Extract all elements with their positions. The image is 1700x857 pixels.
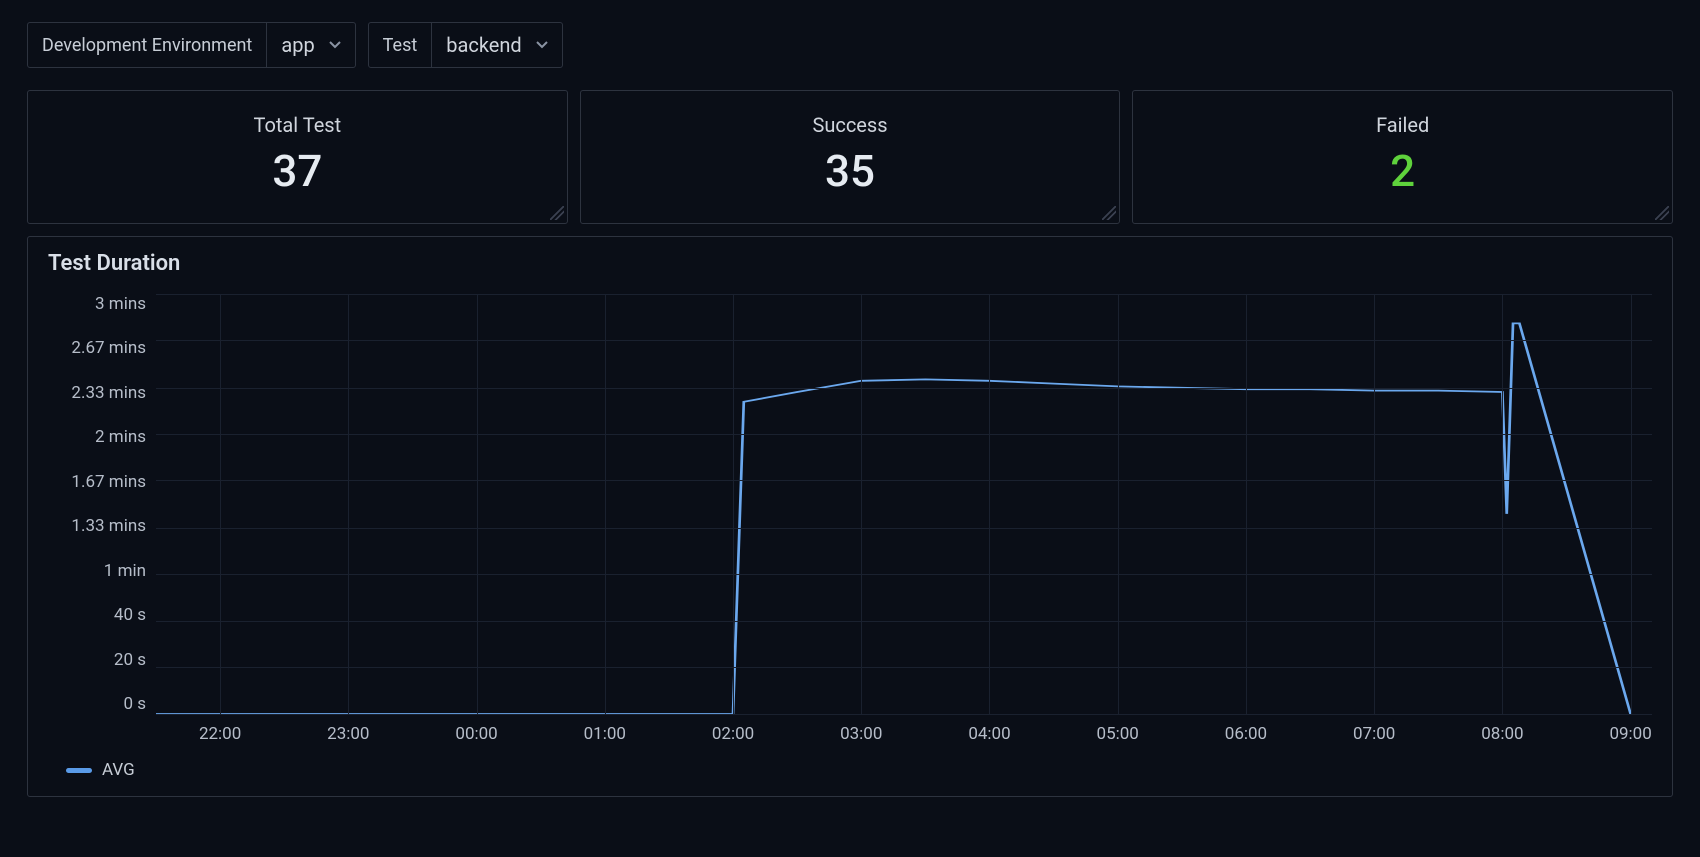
- gridline-v: [477, 294, 478, 714]
- x-tick: 05:00: [1097, 724, 1139, 744]
- gridline-h: [156, 434, 1652, 435]
- gridline-h: [156, 480, 1652, 481]
- gridline-v: [220, 294, 221, 714]
- stat-value: 2: [1153, 145, 1652, 197]
- gridline-v: [733, 294, 734, 714]
- y-tick: 2 mins: [48, 427, 146, 447]
- resize-handle-icon[interactable]: [550, 206, 564, 220]
- stat-failed[interactable]: Failed 2: [1132, 90, 1673, 224]
- gridline-h: [156, 340, 1652, 341]
- env-picker-value-text: app: [281, 33, 314, 57]
- x-tick: 06:00: [1225, 724, 1267, 744]
- gridline-v: [605, 294, 606, 714]
- stat-row: Total Test 37 Success 35 Failed 2: [27, 90, 1673, 224]
- stat-success[interactable]: Success 35: [580, 90, 1121, 224]
- y-tick: 1.33 mins: [48, 516, 146, 536]
- gridline-v: [1118, 294, 1119, 714]
- gridline-h: [156, 621, 1652, 622]
- x-tick: 09:00: [1609, 724, 1651, 744]
- line-series: [156, 294, 1652, 714]
- x-tick: 04:00: [968, 724, 1010, 744]
- test-picker-label: Test: [369, 23, 433, 67]
- chart-title: Test Duration: [48, 251, 1652, 276]
- x-tick: 23:00: [327, 724, 369, 744]
- x-tick: 22:00: [199, 724, 241, 744]
- y-axis: 3 mins 2.67 mins 2.33 mins 2 mins 1.67 mins 1…: [48, 294, 156, 714]
- chevron-down-icon: [536, 39, 548, 51]
- y-tick: 40 s: [48, 605, 146, 625]
- gridline-h: [156, 294, 1652, 295]
- resize-handle-icon[interactable]: [1102, 206, 1116, 220]
- y-tick: 3 mins: [48, 294, 146, 314]
- x-tick: 00:00: [455, 724, 497, 744]
- chart-legend[interactable]: AVG: [66, 760, 1652, 780]
- chevron-down-icon: [329, 39, 341, 51]
- x-tick: 08:00: [1481, 724, 1523, 744]
- y-tick: 20 s: [48, 650, 146, 670]
- legend-swatch-icon: [66, 768, 92, 773]
- env-picker-label: Development Environment: [28, 23, 267, 67]
- gridline-h: [156, 388, 1652, 389]
- stat-title: Failed: [1153, 113, 1652, 137]
- test-picker-value[interactable]: backend: [432, 23, 561, 67]
- y-tick: 1 min: [48, 561, 146, 581]
- y-tick: 2.33 mins: [48, 383, 146, 403]
- legend-label: AVG: [102, 760, 135, 780]
- toolbar: Development Environment app Test backend: [27, 22, 1673, 68]
- x-axis: 22:00 23:00 00:00 01:00 02:00 03:00 04:00 05:00…: [156, 724, 1652, 746]
- gridline-v: [1631, 294, 1632, 714]
- test-picker-value-text: backend: [446, 33, 521, 57]
- gridline-h: [156, 667, 1652, 668]
- gridline-v: [1374, 294, 1375, 714]
- gridline-v: [989, 294, 990, 714]
- gridline-h: [156, 714, 1652, 715]
- stat-title: Success: [601, 113, 1100, 137]
- chart-panel: Test Duration 3 mins 2.67 mins 2.33 mins 2 …: [27, 236, 1673, 797]
- env-picker-value[interactable]: app: [267, 23, 354, 67]
- env-picker: Development Environment app: [27, 22, 356, 68]
- y-tick: 1.67 mins: [48, 472, 146, 492]
- x-tick: 03:00: [840, 724, 882, 744]
- stat-total[interactable]: Total Test 37: [27, 90, 568, 224]
- stat-title: Total Test: [48, 113, 547, 137]
- chart-body: 3 mins 2.67 mins 2.33 mins 2 mins 1.67 mins 1…: [48, 294, 1652, 714]
- resize-handle-icon[interactable]: [1655, 206, 1669, 220]
- y-tick: 0 s: [48, 694, 146, 714]
- stat-value: 35: [601, 145, 1100, 197]
- y-tick: 2.67 mins: [48, 338, 146, 358]
- gridline-v: [348, 294, 349, 714]
- x-tick: 07:00: [1353, 724, 1395, 744]
- gridline-v: [1502, 294, 1503, 714]
- gridline-h: [156, 528, 1652, 529]
- chart-plot[interactable]: [156, 294, 1652, 714]
- test-picker: Test backend: [368, 22, 563, 68]
- gridline-v: [1246, 294, 1247, 714]
- x-tick: 02:00: [712, 724, 754, 744]
- stat-value: 37: [48, 145, 547, 197]
- gridline-h: [156, 574, 1652, 575]
- gridline-v: [861, 294, 862, 714]
- x-tick: 01:00: [584, 724, 626, 744]
